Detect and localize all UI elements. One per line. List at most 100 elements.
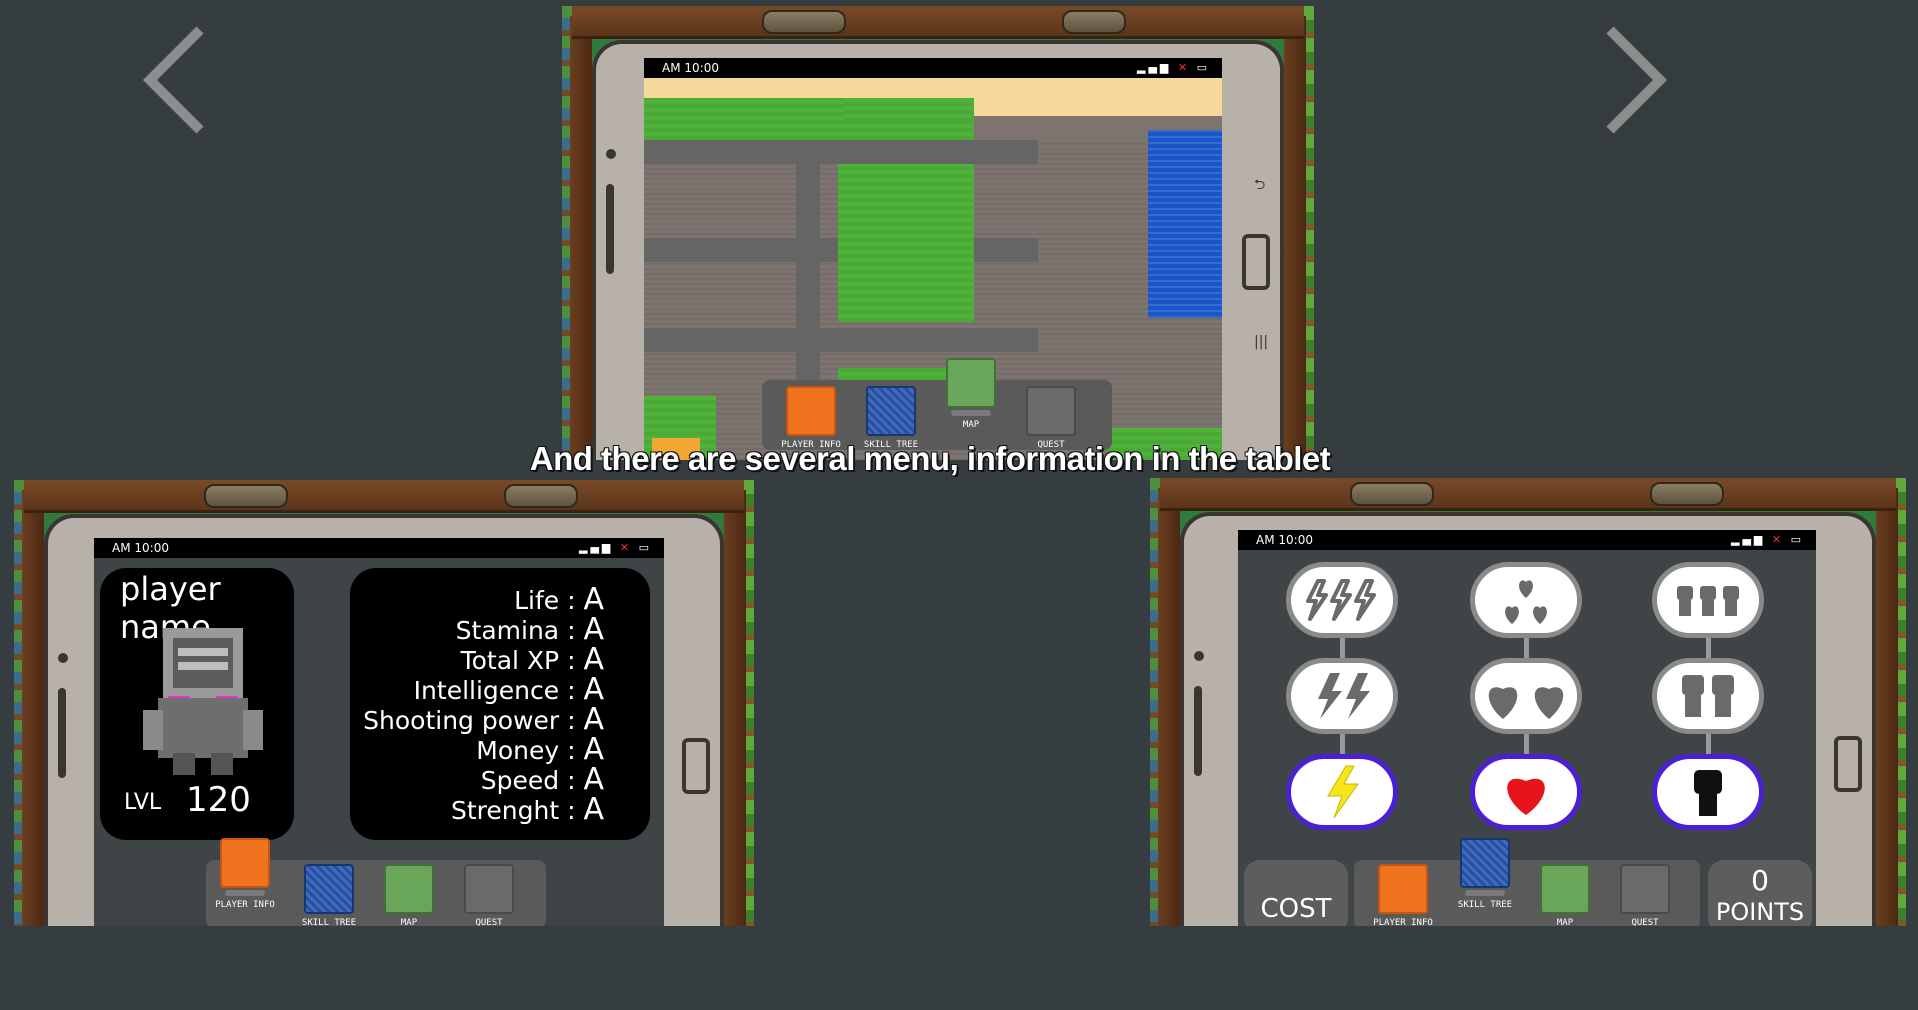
selection-indicator: [225, 890, 265, 896]
lightning-icon: [1318, 673, 1370, 719]
home-button[interactable]: [1242, 234, 1270, 290]
lightning-icon: [1306, 579, 1376, 621]
player-info-icon: [220, 838, 270, 888]
tablet-screen: AM 10:00 ▂▄▆ ✕ ▭ player name LVL 120 Lif…: [94, 538, 664, 926]
dock-label: PLAYER INFO: [215, 900, 275, 910]
signal-icon: ▂▄▆: [1730, 533, 1766, 546]
heart-icon: [1507, 778, 1545, 815]
tablet-screen: AM 10:00 ▂▄▆ ✕ ▭ COST PLAYER INFO SKILL …: [1238, 530, 1816, 926]
heart-icon: [1505, 580, 1547, 624]
status-icons: ▂▄▆ ✕ ▭: [1731, 533, 1804, 546]
menu-button[interactable]: |||: [1254, 334, 1268, 350]
stat-label: Money: [476, 736, 560, 765]
map-water: [1148, 130, 1222, 318]
dock-label: SKILL TREE: [1457, 900, 1513, 910]
wood-frame: [22, 490, 44, 926]
dock-label: MAP: [400, 918, 418, 926]
dock-map[interactable]: MAP: [374, 864, 444, 926]
status-icons: ▂▄▆ ✕ ▭: [1137, 61, 1210, 74]
battery-icon: ▭: [1790, 533, 1804, 546]
volume-button: [1194, 686, 1202, 776]
stat-label: Stamina: [455, 616, 560, 645]
wood-frame: [1284, 16, 1306, 460]
quest-icon: [1620, 864, 1670, 914]
map-grass: [838, 164, 974, 322]
stat-label: Intelligence: [413, 676, 560, 705]
dock-bar: PLAYER INFO SKILL TREE MAP QUEST: [206, 838, 546, 926]
fist-icon: [1682, 675, 1734, 717]
chevron-right-icon: [1606, 26, 1668, 134]
skill-heart-tier-2[interactable]: [1470, 658, 1582, 734]
skill-connector: [1524, 638, 1529, 658]
wood-frame: [1160, 478, 1896, 511]
skill-connector: [1524, 734, 1529, 754]
skill-fist-tier-1[interactable]: [1652, 754, 1764, 830]
skill-connector: [1706, 734, 1711, 754]
selection-indicator: [951, 410, 991, 416]
points-label: POINTS: [1715, 898, 1805, 926]
stat-label: Total XP: [460, 646, 560, 675]
quest-icon: [464, 864, 514, 914]
home-button[interactable]: [682, 738, 710, 794]
skill-connector: [1706, 638, 1711, 658]
home-button[interactable]: [1834, 736, 1862, 792]
player-info-icon: [786, 386, 836, 436]
skill-heart-tier-1[interactable]: [1470, 754, 1582, 830]
points-badge: 0 POINTS: [1708, 860, 1812, 926]
pen-decoration: [204, 484, 288, 508]
map-icon: [384, 864, 434, 914]
fist-icon: [1677, 586, 1739, 616]
battery-icon: ▭: [638, 541, 652, 554]
skill-lightning-tier-1[interactable]: [1286, 754, 1398, 830]
stat-label: Strenght: [450, 796, 560, 825]
clock: AM 10:00: [662, 61, 719, 75]
lightning-icon: [1327, 765, 1359, 819]
previous-arrow-button[interactable]: [130, 20, 230, 140]
skill-fist-tier-3[interactable]: [1652, 562, 1764, 638]
dock-skill-tree[interactable]: SKILL TREE: [1450, 838, 1520, 910]
map-road: [644, 140, 1038, 164]
stat-value: A: [583, 792, 604, 827]
dock-label: SKILL TREE: [301, 918, 357, 926]
volume-button: [58, 688, 66, 778]
player-info-icon: [1378, 864, 1428, 914]
dock-skill-tree[interactable]: SKILL TREE: [294, 864, 364, 926]
skill-connector: [1340, 638, 1345, 658]
cost-label: COST: [1260, 894, 1332, 924]
points-value: 0: [1751, 864, 1769, 897]
dock-map[interactable]: MAP: [936, 358, 1006, 430]
no-sync-icon: ✕: [619, 541, 633, 554]
next-arrow-button[interactable]: [1580, 20, 1680, 140]
dock-map[interactable]: MAP: [1530, 864, 1600, 926]
clock: AM 10:00: [112, 541, 169, 555]
dock-label: QUEST: [475, 918, 503, 926]
level-value: 120: [186, 780, 251, 820]
dock-quest[interactable]: QUEST: [454, 864, 524, 926]
skill-tree-icon: [304, 864, 354, 914]
knight-avatar: [143, 628, 263, 775]
dock-label: PLAYER INFO: [1373, 918, 1433, 926]
fist-icon: [1694, 770, 1722, 816]
skill-heart-tier-3[interactable]: [1470, 562, 1582, 638]
signal-icon: ▂▄▆: [1136, 61, 1172, 74]
wood-frame: [724, 490, 746, 926]
skill-lightning-tier-3[interactable]: [1286, 562, 1398, 638]
back-button[interactable]: ⮌: [1254, 174, 1268, 193]
camera-dot: [58, 653, 68, 663]
dock-label: QUEST: [1631, 918, 1659, 926]
pen-decoration: [504, 484, 578, 508]
dock-label: MAP: [1556, 918, 1574, 926]
status-icons: ▂▄▆ ✕ ▭: [579, 541, 652, 554]
skill-lightning-tier-2[interactable]: [1286, 658, 1398, 734]
tablet-player-info-screenshot: AM 10:00 ▂▄▆ ✕ ▭ player name LVL 120 Lif…: [14, 480, 754, 926]
dock-quest[interactable]: QUEST: [1610, 864, 1680, 926]
tablet-skill-tree-screenshot: AM 10:00 ▂▄▆ ✕ ▭ COST PLAYER INFO SKILL …: [1150, 478, 1906, 926]
stat-strength: Strenght : A: [450, 792, 604, 827]
wood-frame: [1876, 488, 1898, 926]
dock-player-info[interactable]: PLAYER INFO: [210, 838, 280, 910]
signal-icon: ▂▄▆: [578, 541, 614, 554]
skill-fist-tier-2[interactable]: [1652, 658, 1764, 734]
dock-player-info[interactable]: PLAYER INFO: [1368, 864, 1438, 926]
tablet-map-screenshot: ⮌ ||| AM 10:00 ▂▄▆ ✕ ▭ PLAYER INFO SKILL…: [562, 6, 1314, 460]
pen-decoration: [1350, 482, 1434, 506]
